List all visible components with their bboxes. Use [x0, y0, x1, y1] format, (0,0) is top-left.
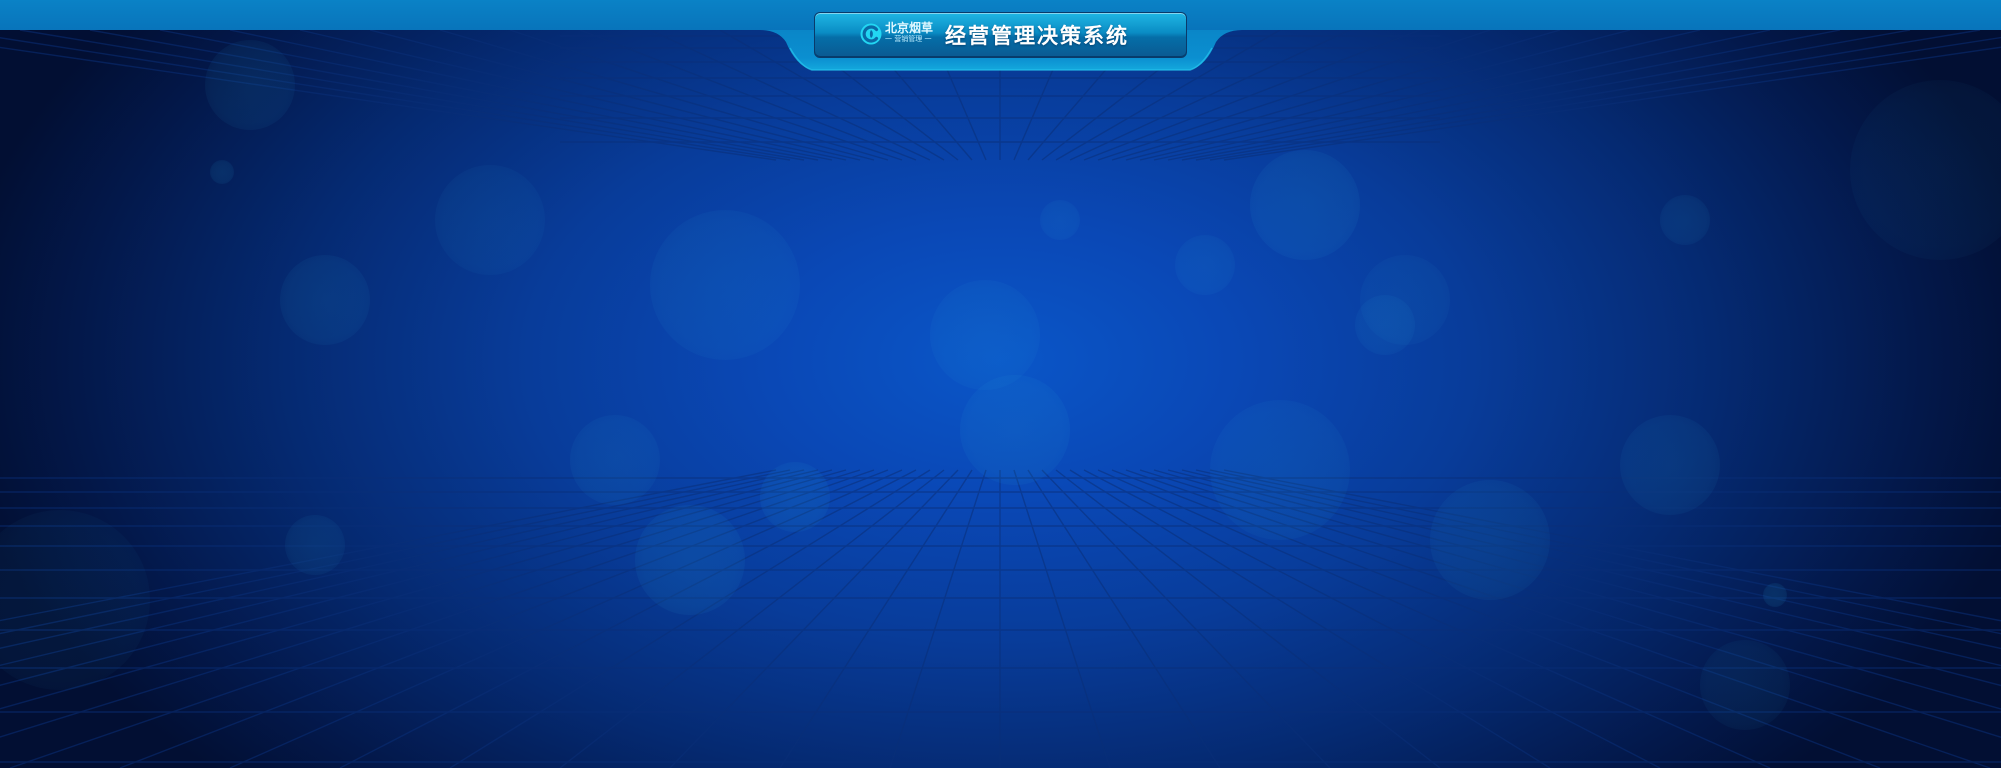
grid-line	[119, 469, 889, 768]
grid-line	[9, 469, 875, 768]
title-plate: 北京烟草 一 营销管理 一 经营管理决策系统	[814, 12, 1187, 58]
grid-line	[1013, 469, 1111, 768]
grid-line	[1139, 469, 2001, 739]
grid-line	[1153, 469, 2001, 710]
grid-line	[1181, 469, 2001, 667]
grid-line	[0, 469, 791, 635]
grid-line	[1167, 469, 2001, 687]
grid-line	[1055, 469, 1441, 768]
grid-line	[229, 469, 903, 768]
grid-line	[559, 469, 945, 768]
brand-tagline: 一 营销管理 一	[885, 35, 932, 43]
grid-line	[889, 469, 987, 768]
grid-line	[0, 469, 833, 686]
grid-line	[0, 469, 847, 710]
grid-line	[1097, 469, 1771, 768]
grid-line	[0, 469, 819, 667]
grid-line	[1041, 469, 1331, 768]
grid-line	[1111, 469, 1881, 768]
grid-line	[669, 469, 959, 768]
grid-line	[779, 469, 973, 768]
grid-line	[1027, 469, 1221, 768]
brand-name: 北京烟草	[885, 21, 934, 35]
grid-line	[0, 469, 805, 649]
grid-line	[1125, 469, 1991, 768]
grid-line	[1195, 469, 2001, 650]
system-title: 经营管理决策系统	[945, 24, 1129, 48]
brand-block: 北京烟草 一 营销管理 一	[885, 22, 933, 44]
beijing-tobacco-logo-icon	[860, 23, 882, 45]
grid-line	[1209, 469, 2001, 635]
background-grid	[0, 29, 2001, 768]
app-background: 北京烟草 一 营销管理 一 经营管理决策系统	[0, 0, 2001, 768]
